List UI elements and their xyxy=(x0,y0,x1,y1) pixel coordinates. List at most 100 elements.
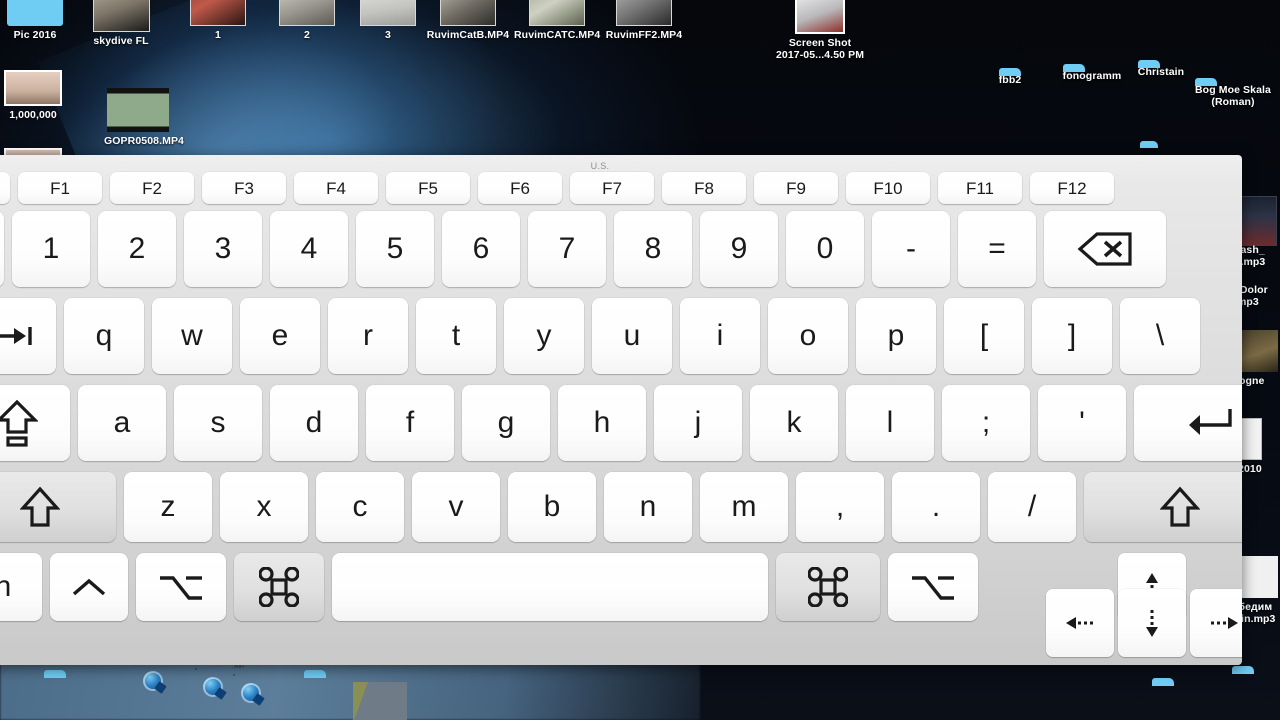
desktop-icon-gopr0508[interactable]: GOPR0508.MP4 xyxy=(104,88,184,147)
key-l[interactable]: l xyxy=(846,385,934,461)
key-caps-lock[interactable] xyxy=(0,385,70,461)
key-0[interactable]: 0 xyxy=(786,211,864,287)
key-option-right[interactable] xyxy=(888,553,978,621)
key-command-left[interactable] xyxy=(234,553,324,621)
key-8[interactable]: 8 xyxy=(614,211,692,287)
key-label: s xyxy=(210,406,226,439)
option-icon xyxy=(910,572,956,602)
key-v[interactable]: v xyxy=(412,472,500,542)
key-f2[interactable]: F2 xyxy=(110,172,194,204)
key-fn[interactable]: n xyxy=(0,553,42,621)
key-backtick[interactable]: ` xyxy=(0,211,4,287)
key-command-right[interactable] xyxy=(776,553,880,621)
keyboard-viewer-window[interactable]: U.S. SC F1 F2 F3 F4 F5 F6 F7 F8 F9 F10 F11 F12 ` 1 2 3 4… xyxy=(0,155,1242,665)
key-label: w xyxy=(181,319,203,352)
key-f6[interactable]: F6 xyxy=(478,172,562,204)
key-m[interactable]: m xyxy=(700,472,788,542)
key-x[interactable]: x xyxy=(220,472,308,542)
key-2[interactable]: 2 xyxy=(98,211,176,287)
key-f8[interactable]: F8 xyxy=(662,172,746,204)
key-g[interactable]: g xyxy=(462,385,550,461)
key-f11[interactable]: F11 xyxy=(938,172,1022,204)
key-1[interactable]: 1 xyxy=(12,211,90,287)
desktop-icon-3[interactable]: 3 xyxy=(360,0,416,41)
desktop-icon-1[interactable]: 1 xyxy=(190,0,246,41)
key-equals[interactable]: = xyxy=(958,211,1036,287)
key-return[interactable] xyxy=(1134,385,1242,461)
key-f4[interactable]: F4 xyxy=(294,172,378,204)
key-r[interactable]: r xyxy=(328,298,408,374)
key-label: h xyxy=(593,406,611,439)
desktop-folder-fbb2[interactable]: fbb2 xyxy=(982,74,1038,86)
key-w[interactable]: w xyxy=(152,298,232,374)
key-arrow-left[interactable] xyxy=(1046,589,1114,657)
desktop-icon-2010-file[interactable]: 2010 xyxy=(1238,418,1280,475)
key-4[interactable]: 4 xyxy=(270,211,348,287)
key-arrow-down[interactable] xyxy=(1118,589,1186,657)
key-c[interactable]: c xyxy=(316,472,404,542)
key-f5[interactable]: F5 xyxy=(386,172,470,204)
key-a[interactable]: a xyxy=(78,385,166,461)
key-9[interactable]: 9 xyxy=(700,211,778,287)
key-shift-right[interactable] xyxy=(1084,472,1242,542)
desktop-icon-skydive-fl[interactable]: skydive FL xyxy=(86,0,156,47)
key-bracket-right[interactable]: ] xyxy=(1032,298,1112,374)
key-d[interactable]: d xyxy=(270,385,358,461)
key-u[interactable]: u xyxy=(592,298,672,374)
desktop-icon-screen-shot[interactable]: Screen Shot 2017-05...4.50 PM xyxy=(762,0,878,61)
desktop-icon-bottom-video[interactable] xyxy=(352,682,408,720)
key-p[interactable]: p xyxy=(856,298,936,374)
key-e[interactable]: e xyxy=(240,298,320,374)
key-tab[interactable] xyxy=(0,298,56,374)
key-option-left[interactable] xyxy=(136,553,226,621)
key-delete-backspace[interactable] xyxy=(1044,211,1166,287)
key-f7[interactable]: F7 xyxy=(570,172,654,204)
key-bracket-left[interactable]: [ xyxy=(944,298,1024,374)
key-f1[interactable]: F1 xyxy=(18,172,102,204)
key-slash[interactable]: / xyxy=(988,472,1076,542)
key-shift-left[interactable] xyxy=(0,472,116,542)
key-i[interactable]: i xyxy=(680,298,760,374)
key-n[interactable]: n xyxy=(604,472,692,542)
desktop-icon-cologne-art[interactable]: logne xyxy=(1236,330,1280,387)
key-h[interactable]: h xyxy=(558,385,646,461)
key-y[interactable]: y xyxy=(504,298,584,374)
key-f[interactable]: f xyxy=(366,385,454,461)
key-f3[interactable]: F3 xyxy=(202,172,286,204)
key-q[interactable]: q xyxy=(64,298,144,374)
key-quote[interactable]: ' xyxy=(1038,385,1126,461)
key-3[interactable]: 3 xyxy=(184,211,262,287)
desktop-folder-christain[interactable]: Christain xyxy=(1128,66,1194,78)
key-z[interactable]: z xyxy=(124,472,212,542)
key-f9[interactable]: F9 xyxy=(754,172,838,204)
key-label: g xyxy=(497,406,515,439)
desktop-folder-fonogramm[interactable]: fonogramm xyxy=(1055,70,1129,82)
key-o[interactable]: o xyxy=(768,298,848,374)
key-backslash[interactable]: \ xyxy=(1120,298,1200,374)
key-f10[interactable]: F10 xyxy=(846,172,930,204)
key-escape[interactable]: SC xyxy=(0,172,10,204)
key-6[interactable]: 6 xyxy=(442,211,520,287)
key-semicolon[interactable]: ; xyxy=(942,385,1030,461)
key-7[interactable]: 7 xyxy=(528,211,606,287)
key-5[interactable]: 5 xyxy=(356,211,434,287)
desktop-icon-ruvimcatc[interactable]: RuvimCATC.MP4 xyxy=(514,0,600,41)
key-j[interactable]: j xyxy=(654,385,742,461)
key-space[interactable] xyxy=(332,553,768,621)
key-control-left[interactable] xyxy=(50,553,128,621)
desktop-icon-ruvimcatb[interactable]: RuvimCatB.MP4 xyxy=(426,0,510,41)
key-arrow-right[interactable] xyxy=(1190,589,1242,657)
key-period[interactable]: . xyxy=(892,472,980,542)
key-t[interactable]: t xyxy=(416,298,496,374)
key-minus[interactable]: - xyxy=(872,211,950,287)
key-s[interactable]: s xyxy=(174,385,262,461)
key-comma[interactable]: , xyxy=(796,472,884,542)
desktop-icon-ruvimff2[interactable]: RuvimFF2.MP4 xyxy=(602,0,686,41)
desktop-icon-pic-2016[interactable]: Pic 2016 xyxy=(4,0,66,41)
desktop-folder-bog-moe-skala[interactable]: Bog Moe Skala (Roman) xyxy=(1192,84,1274,108)
desktop-icon-2[interactable]: 2 xyxy=(279,0,335,41)
desktop-icon-1000000[interactable]: 1,000,000 xyxy=(0,70,66,121)
key-f12[interactable]: F12 xyxy=(1030,172,1114,204)
key-k[interactable]: k xyxy=(750,385,838,461)
key-b[interactable]: b xyxy=(508,472,596,542)
